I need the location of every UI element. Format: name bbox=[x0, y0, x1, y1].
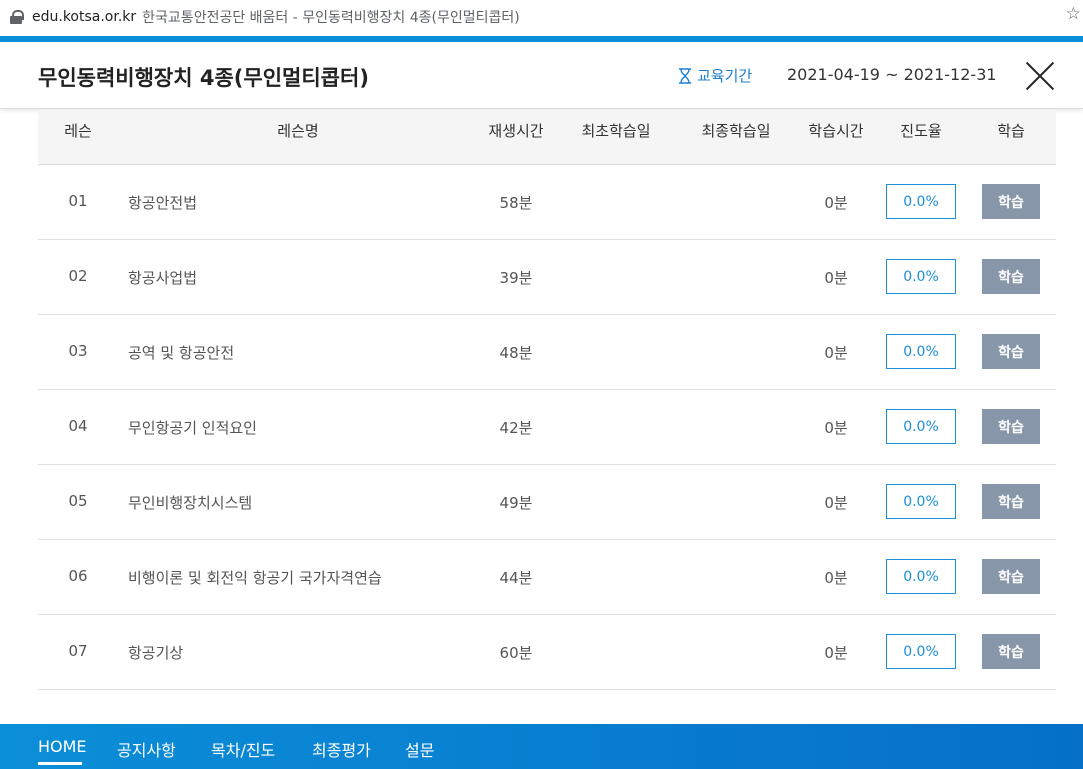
course-title: 무인동력비행장치 4종(무인멀티콥터) bbox=[38, 66, 369, 90]
play-time: 48분 bbox=[499, 344, 533, 362]
lesson-name: 비행이론 및 회전익 항공기 국가자격연습 bbox=[128, 569, 382, 587]
study-time: 0분 bbox=[824, 569, 848, 587]
progress-rate: 0.0% bbox=[886, 559, 956, 594]
study-time: 0분 bbox=[824, 194, 848, 212]
nav-active-indicator bbox=[38, 762, 82, 765]
table-row: 06 비행이론 및 회전익 항공기 국가자격연습 44분 0분 0.0% 학습 bbox=[38, 540, 1056, 615]
study-button[interactable]: 학습 bbox=[982, 559, 1040, 594]
period-dates: 2021-04-19 ~ 2021-12-31 bbox=[787, 65, 997, 84]
lesson-number: 01 bbox=[68, 192, 88, 210]
bookmark-star-icon[interactable]: ☆ bbox=[1066, 4, 1081, 24]
lesson-number: 07 bbox=[68, 642, 88, 660]
play-time: 39분 bbox=[499, 269, 533, 287]
header-lesson: 레슨 bbox=[64, 122, 92, 140]
lesson-name: 무인항공기 인적요인 bbox=[128, 419, 257, 437]
lesson-number: 02 bbox=[68, 267, 88, 285]
period-label: 교육기간 bbox=[697, 67, 753, 85]
lesson-table: 레슨 레슨명 재생시간 최초학습일 최종학습일 학습시간 진도율 학습 01 항… bbox=[38, 110, 1056, 690]
hourglass-icon bbox=[679, 67, 691, 84]
study-time: 0분 bbox=[824, 644, 848, 662]
play-time: 42분 bbox=[499, 419, 533, 437]
table-row: 07 항공기상 60분 0분 0.0% 학습 bbox=[38, 615, 1056, 690]
study-time: 0분 bbox=[824, 269, 848, 287]
progress-rate: 0.0% bbox=[886, 184, 956, 219]
header-first-study: 최초학습일 bbox=[581, 122, 651, 140]
lesson-name: 공역 및 항공안전 bbox=[128, 344, 235, 362]
study-time: 0분 bbox=[824, 344, 848, 362]
table-header: 레슨 레슨명 재생시간 최초학습일 최종학습일 학습시간 진도율 학습 bbox=[38, 110, 1056, 165]
nav-notice[interactable]: 공지사항 bbox=[117, 737, 176, 761]
table-row: 01 항공안전법 58분 0분 0.0% 학습 bbox=[38, 165, 1056, 240]
study-button[interactable]: 학습 bbox=[982, 184, 1040, 219]
url-text[interactable]: edu.kotsa.or.kr bbox=[32, 9, 136, 25]
table-row: 04 무인항공기 인적요인 42분 0분 0.0% 학습 bbox=[38, 390, 1056, 465]
browser-address-bar[interactable]: edu.kotsa.or.kr 한국교통안전공단 배움터 - 무인동력비행장치 … bbox=[0, 0, 1083, 34]
lesson-number: 03 bbox=[68, 342, 88, 360]
table-row: 03 공역 및 항공안전 48분 0분 0.0% 학습 bbox=[38, 315, 1056, 390]
header-last-study: 최종학습일 bbox=[701, 122, 771, 140]
study-button[interactable]: 학습 bbox=[982, 634, 1040, 669]
progress-rate: 0.0% bbox=[886, 484, 956, 519]
play-time: 58분 bbox=[499, 194, 533, 212]
nav-home[interactable]: HOME bbox=[38, 737, 87, 756]
progress-rate: 0.0% bbox=[886, 634, 956, 669]
header-study-time: 학습시간 bbox=[808, 122, 864, 140]
nav-survey[interactable]: 설문 bbox=[405, 737, 434, 761]
header-progress: 진도율 bbox=[900, 122, 942, 140]
bottom-nav: HOME 공지사항 목차/진도 최종평가 설문 bbox=[0, 724, 1083, 769]
header-play-time: 재생시간 bbox=[488, 122, 544, 140]
lesson-name: 항공안전법 bbox=[128, 194, 198, 212]
education-period: 교육기간 bbox=[678, 65, 752, 86]
table-row: 05 무인비행장치시스템 49분 0분 0.0% 학습 bbox=[38, 465, 1056, 540]
lesson-number: 06 bbox=[68, 567, 88, 585]
close-icon[interactable] bbox=[1024, 60, 1056, 92]
play-time: 44분 bbox=[499, 569, 533, 587]
browser-page-title: 한국교통안전공단 배움터 - 무인동력비행장치 4종(무인멀티콥터) bbox=[142, 10, 520, 26]
table-row: 02 항공사업법 39분 0분 0.0% 학습 bbox=[38, 240, 1056, 315]
progress-rate: 0.0% bbox=[886, 259, 956, 294]
header-study: 학습 bbox=[997, 122, 1025, 140]
lesson-number: 04 bbox=[68, 417, 88, 435]
course-header: 무인동력비행장치 4종(무인멀티콥터) 교육기간 2021-04-19 ~ 20… bbox=[0, 42, 1083, 109]
nav-contents-progress[interactable]: 목차/진도 bbox=[211, 737, 275, 761]
study-button[interactable]: 학습 bbox=[982, 484, 1040, 519]
progress-rate: 0.0% bbox=[886, 409, 956, 444]
header-lesson-name: 레슨명 bbox=[277, 122, 319, 140]
lesson-name: 무인비행장치시스템 bbox=[128, 494, 253, 512]
lesson-name: 항공사업법 bbox=[128, 269, 198, 287]
lesson-number: 05 bbox=[68, 492, 88, 510]
study-time: 0분 bbox=[824, 419, 848, 437]
progress-rate: 0.0% bbox=[886, 334, 956, 369]
play-time: 60분 bbox=[499, 644, 533, 662]
play-time: 49분 bbox=[499, 494, 533, 512]
study-time: 0분 bbox=[824, 494, 848, 512]
study-button[interactable]: 학습 bbox=[982, 409, 1040, 444]
nav-final-exam[interactable]: 최종평가 bbox=[312, 737, 371, 761]
study-button[interactable]: 학습 bbox=[982, 259, 1040, 294]
study-button[interactable]: 학습 bbox=[982, 334, 1040, 369]
lesson-name: 항공기상 bbox=[128, 644, 184, 662]
lock-icon bbox=[10, 10, 24, 24]
